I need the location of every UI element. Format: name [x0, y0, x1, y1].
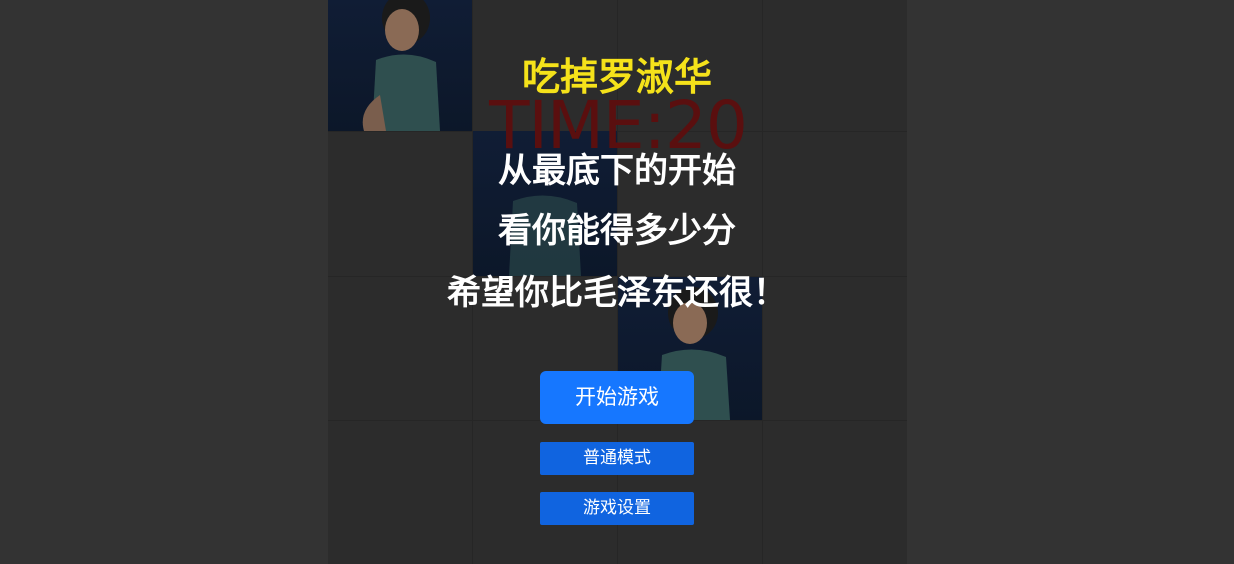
normal-mode-button[interactable]: 普通模式 — [540, 442, 694, 475]
instruction-line: 希望你比毛泽东还很！ — [447, 273, 787, 313]
game-settings-button[interactable]: 游戏设置 — [540, 492, 694, 525]
game-stage: TIME:20 吃掉罗淑华 从最底下的开始 看你能得多少分 希望你比毛泽东还很！… — [0, 0, 1234, 564]
game-title: 吃掉罗淑华 — [521, 55, 712, 99]
instruction-line: 看你能得多少分 — [498, 211, 736, 251]
start-game-button[interactable]: 开始游戏 — [540, 371, 694, 424]
instruction-line: 从最底下的开始 — [498, 151, 736, 191]
